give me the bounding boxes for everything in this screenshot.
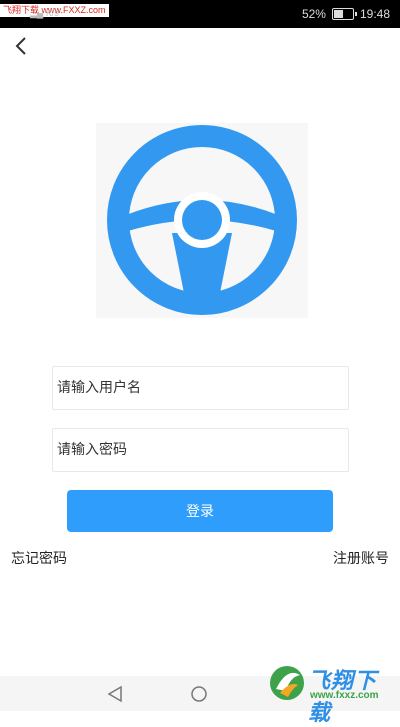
password-field[interactable] — [52, 428, 349, 472]
brand-watermark: 飞翔下载 www.fxxz.com — [268, 660, 396, 726]
username-input[interactable] — [53, 367, 348, 409]
brand-logo-icon — [270, 666, 304, 700]
status-right: 52% 19:48 — [302, 7, 390, 21]
brand-watermark-url: www.fxxz.com — [310, 690, 379, 701]
username-field[interactable] — [52, 366, 349, 410]
nav-home-icon[interactable] — [190, 685, 208, 703]
battery-percent: 52% — [301, 7, 326, 21]
battery-icon — [331, 8, 357, 20]
forgot-password-link[interactable]: 忘记密码 — [11, 548, 67, 568]
clock: 19:48 — [359, 7, 390, 21]
app-logo — [96, 123, 308, 318]
status-bar: 飞翔下载 www.FXXZ.com ▂▄ K/s 52% 19:48 — [0, 0, 400, 28]
login-button[interactable]: 登录 — [67, 490, 333, 532]
net-speed-unit: K/s — [45, 8, 59, 18]
network-indicator: ▂▄ K/s — [30, 8, 59, 19]
password-input[interactable] — [53, 429, 348, 471]
register-link[interactable]: 注册账号 — [333, 548, 389, 568]
steering-wheel-icon — [107, 125, 297, 315]
signal-icon: ▂▄ — [30, 8, 44, 18]
chevron-left-icon — [15, 37, 26, 55]
nav-back-icon[interactable] — [106, 685, 124, 703]
back-button[interactable] — [6, 32, 36, 60]
